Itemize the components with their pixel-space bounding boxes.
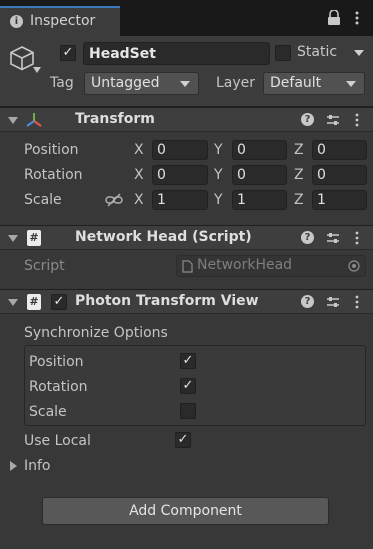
preset-icon[interactable] <box>326 231 340 245</box>
position-x-axis-label[interactable]: X <box>134 142 144 158</box>
script-icon: # <box>27 230 41 246</box>
rotation-x-field[interactable]: 0 <box>152 165 208 185</box>
object-picker-icon[interactable] <box>348 260 360 272</box>
component-menu-icon[interactable] <box>354 113 360 127</box>
network-head-header[interactable]: # Network Head (Script) ? <box>0 225 373 250</box>
sync-scale-label: Scale <box>29 404 67 420</box>
sync-position-checkbox[interactable]: ✓ <box>180 353 196 369</box>
foldout-icon[interactable] <box>8 117 18 124</box>
scale-x-axis-label[interactable]: X <box>134 192 144 208</box>
rotation-y-axis-label[interactable]: Y <box>214 167 223 183</box>
position-z-axis-label[interactable]: Z <box>294 142 304 158</box>
chevron-down-icon <box>180 81 190 87</box>
info-icon: i <box>10 15 23 28</box>
help-icon[interactable]: ? <box>301 295 314 308</box>
static-dropdown-arrow-icon[interactable] <box>354 50 364 56</box>
tab-label: Inspector <box>30 13 96 29</box>
rotation-z-field[interactable]: 0 <box>312 165 367 185</box>
rotation-z-axis-label[interactable]: Z <box>294 167 304 183</box>
scale-label: Scale <box>24 192 62 208</box>
tab-bar: i Inspector <box>0 0 373 36</box>
gameobject-cube-icon[interactable] <box>8 44 36 72</box>
component-menu-icon[interactable] <box>354 231 360 245</box>
icon-dropdown-arrow-icon[interactable] <box>33 67 41 73</box>
sync-rotation-checkbox[interactable]: ✓ <box>180 378 196 394</box>
script-value: NetworkHead <box>197 257 293 273</box>
photon-transform-view-title: Photon Transform View <box>75 293 259 309</box>
info-foldout-label[interactable]: Info <box>24 458 51 474</box>
foldout-icon[interactable] <box>8 235 18 242</box>
sync-position-label: Position <box>29 354 84 370</box>
photon-transform-view-header[interactable]: # ✓ Photon Transform View ? <box>0 289 373 314</box>
foldout-icon[interactable] <box>8 299 18 306</box>
gameobject-header: ✓ HeadSet Static Tag Untagged Layer Defa… <box>0 36 373 107</box>
active-checkbox[interactable]: ✓ <box>60 45 76 61</box>
preset-icon[interactable] <box>326 295 340 309</box>
synchronize-options-label: Synchronize Options <box>24 325 168 341</box>
tag-label: Tag <box>50 75 74 91</box>
script-icon: # <box>27 294 41 310</box>
scale-z-field[interactable]: 1 <box>312 190 367 210</box>
sync-scale-checkbox[interactable] <box>180 403 196 419</box>
constrain-proportions-link-icon[interactable] <box>105 193 123 207</box>
static-checkbox[interactable] <box>275 45 291 61</box>
component-enabled-checkbox[interactable]: ✓ <box>51 294 67 310</box>
tab-inspector[interactable]: i Inspector <box>0 6 120 36</box>
help-icon[interactable]: ? <box>301 231 314 244</box>
rotation-x-axis-label[interactable]: X <box>134 167 144 183</box>
scale-z-axis-label[interactable]: Z <box>294 192 304 208</box>
layer-label: Layer <box>216 75 256 91</box>
scale-x-field[interactable]: 1 <box>152 190 208 210</box>
script-reference-field: NetworkHead <box>176 255 366 277</box>
use-local-label: Use Local <box>24 433 91 449</box>
position-y-field[interactable]: 0 <box>232 140 287 160</box>
use-local-checkbox[interactable]: ✓ <box>175 432 191 448</box>
rotation-y-field[interactable]: 0 <box>232 165 287 185</box>
scale-y-field[interactable]: 1 <box>232 190 287 210</box>
tag-value: Untagged <box>91 75 160 91</box>
sync-rotation-label: Rotation <box>29 379 88 395</box>
preset-icon[interactable] <box>326 113 340 127</box>
add-component-button[interactable]: Add Component <box>42 497 329 525</box>
scale-y-axis-label[interactable]: Y <box>214 192 223 208</box>
help-icon[interactable]: ? <box>301 113 314 126</box>
static-label: Static <box>297 44 338 60</box>
info-foldout-icon[interactable] <box>10 461 17 471</box>
position-y-axis-label[interactable]: Y <box>214 142 223 158</box>
transform-header[interactable]: Transform ? <box>0 107 373 132</box>
chevron-down-icon <box>346 81 356 87</box>
script-file-icon <box>182 260 193 273</box>
script-label: Script <box>24 258 65 274</box>
position-label: Position <box>24 142 79 158</box>
transform-axes-icon <box>26 113 42 127</box>
position-z-field[interactable]: 0 <box>312 140 367 160</box>
tab-menu-icon[interactable] <box>353 10 361 26</box>
layer-dropdown[interactable]: Default <box>263 72 365 95</box>
tag-dropdown[interactable]: Untagged <box>84 72 199 95</box>
layer-value: Default <box>270 75 322 91</box>
lock-icon[interactable] <box>327 10 341 26</box>
network-head-title: Network Head (Script) <box>75 229 252 245</box>
transform-title: Transform <box>75 111 155 127</box>
component-menu-icon[interactable] <box>354 295 360 309</box>
gameobject-name-field[interactable]: HeadSet <box>83 42 270 65</box>
position-x-field[interactable]: 0 <box>152 140 208 160</box>
rotation-label: Rotation <box>24 167 83 183</box>
